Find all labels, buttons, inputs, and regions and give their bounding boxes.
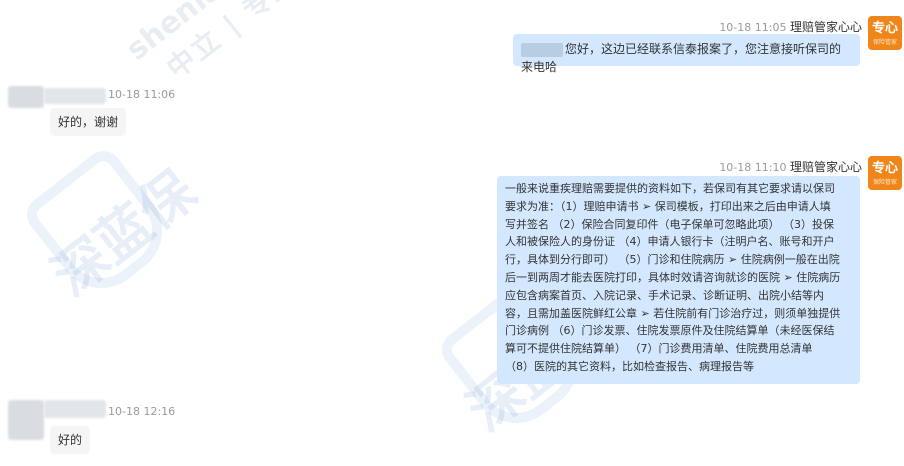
avatar-label: 专心 <box>871 21 898 36</box>
message-time: 10-18 11:10 <box>719 161 787 174</box>
message-line: （8）医院的其它资料，比如检查报告、病理报告等 <box>505 359 754 373</box>
agent-avatar[interactable]: 专心 保险管家 <box>868 16 902 50</box>
user-avatar[interactable] <box>8 86 44 108</box>
message-bubble: 一般来说重疾理赔需要提供的资料如下，若保司有其它要求请以保司 要求为准：（1）理… <box>497 176 860 384</box>
watermark-site: shenlanbao.com <box>120 0 359 68</box>
message-line: 人和被保险人的身份证 （4）申请人银行卡（注明户名、账号和开户 <box>505 235 835 249</box>
message-line: 一般来说重疾理赔需要提供的资料如下，若保司有其它要求请以保司 <box>505 182 835 195</box>
redacted-name <box>521 42 563 57</box>
message-line: 后一到两周才能去医院打印，具体时效请咨询就诊的医院 ➢ 住院病历 <box>505 270 841 284</box>
sender-name: 理赔管家心心 <box>789 20 862 34</box>
avatar-sublabel: 保险管家 <box>872 39 897 46</box>
user-name-redacted <box>44 88 106 104</box>
message-line: 写并签名 （2）保险合同复印件（电子保单可忽略此项） （3）投保 <box>505 217 834 231</box>
user-name-redacted <box>44 400 106 418</box>
message-bubble: 好的，谢谢 <box>50 108 127 136</box>
avatar-sublabel: 保险管家 <box>872 179 897 186</box>
message-bubble: 您好，这边已经联系信泰报案了，您注意接听保司的来电哈 <box>513 34 860 74</box>
avatar-label: 专心 <box>871 161 898 176</box>
agent-avatar[interactable]: 专心 保险管家 <box>868 156 902 190</box>
message-meta: 10-18 11:05 理赔管家心心 <box>719 18 862 35</box>
message-line: 算可不提供住院结算单） （7）门诊费用清单、住院费用总清单 <box>505 342 813 356</box>
watermark-logo: 深蓝保 <box>40 158 208 309</box>
message-time: 10-18 11:06 <box>108 88 176 101</box>
watermark-text: shenlanbao.com 中立 | 专业 | 诚信 <box>120 0 384 99</box>
message-line: 要求为准：（1）理赔申请书 ➢ 保司模板，打印出来之后由申请人填 <box>505 199 831 213</box>
message-text: 好的，谢谢 <box>58 115 119 129</box>
message-line: 容，且需加盖医院鲜红公章 ➢ 若住院前有门诊治疗过，则须单独提供 <box>505 306 841 320</box>
message-text: 好的 <box>58 433 83 447</box>
message-line: 门诊病例 （6）门诊发票、住院发票原件及住院结算单（未经医保结 <box>505 324 835 338</box>
message-line: 应包含病案首页、入院记录、手术记录、诊断证明、出院小结等内 <box>505 288 824 302</box>
watermark-shield-icon <box>19 143 181 307</box>
message-time: 10-18 12:16 <box>108 405 176 418</box>
user-avatar[interactable] <box>8 400 44 440</box>
watermark-slogan: 中立 | 专业 | 诚信 <box>157 0 384 87</box>
message-line: 行，具体到分行即可） （5）门诊和住院病历 ➢ 住院病例一般在出院 <box>505 253 840 267</box>
message-text: 您好，这边已经联系信泰报案了，您注意接听保司的来电哈 <box>521 42 842 74</box>
message-time: 10-18 11:05 <box>719 21 787 34</box>
message-bubble: 好的 <box>50 426 91 454</box>
message-meta: 10-18 11:10 理赔管家心心 <box>719 158 862 175</box>
sender-name: 理赔管家心心 <box>789 160 862 174</box>
